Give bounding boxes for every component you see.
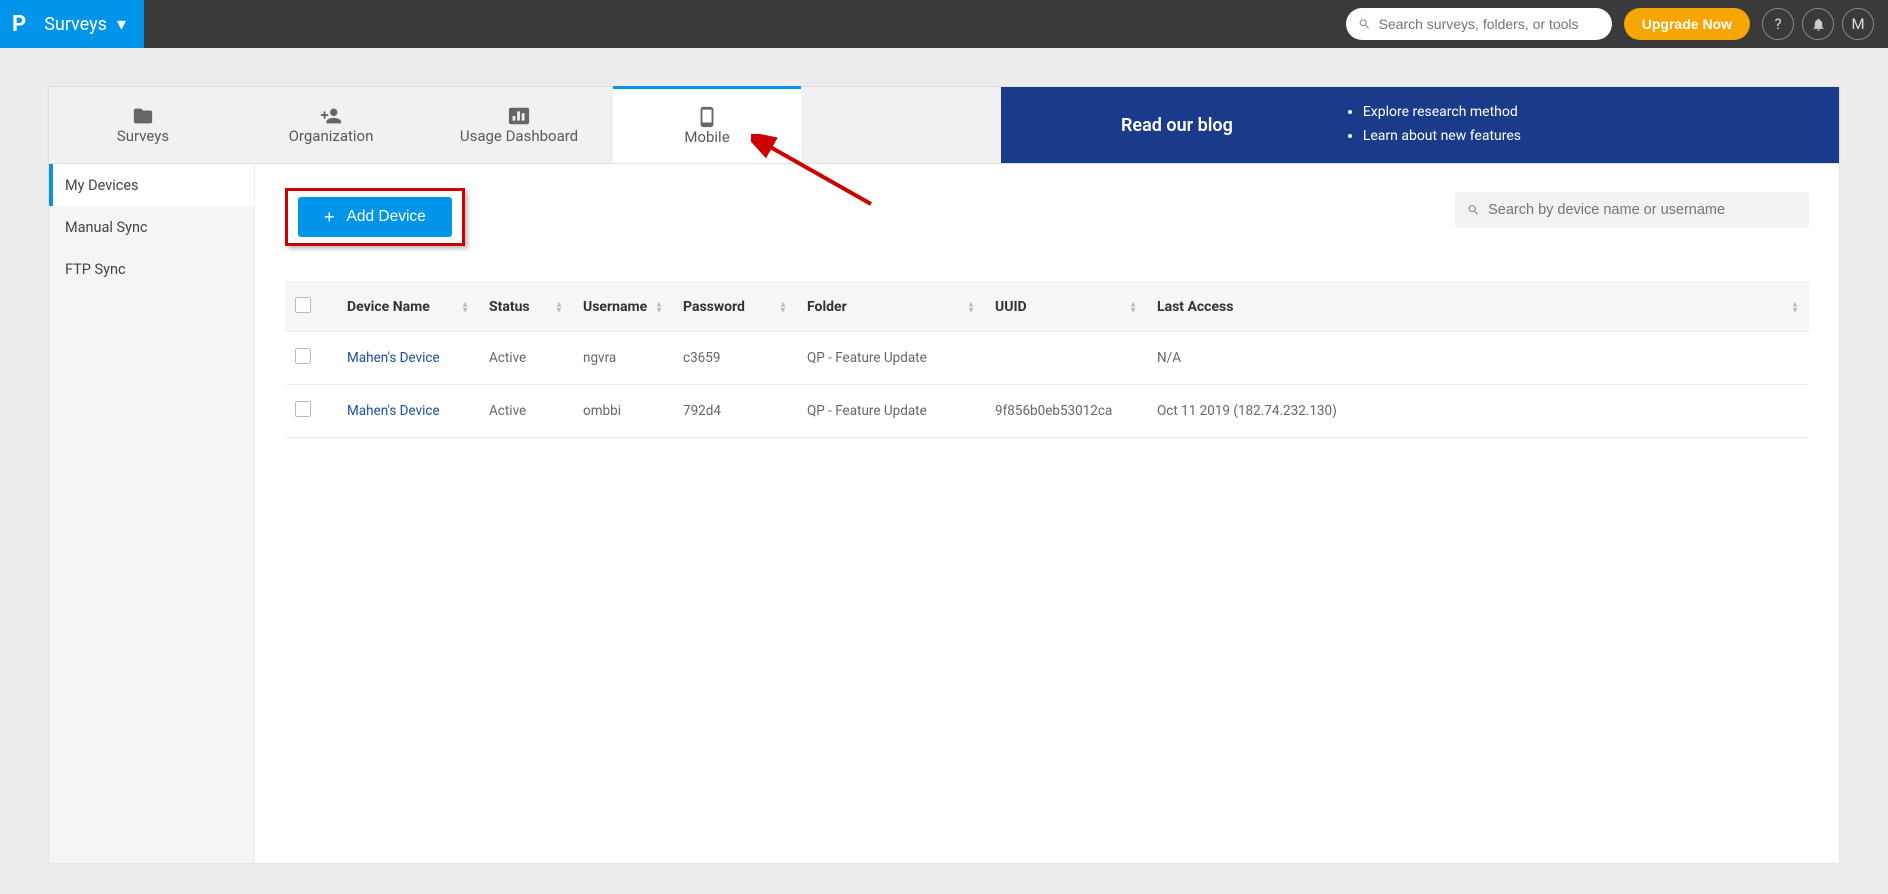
table-row: Mahen's Device Active ombbi 792d4 QP - F… — [285, 385, 1809, 438]
cell-last-access: N/A — [1147, 332, 1809, 385]
help-button[interactable]: ? — [1762, 8, 1794, 40]
col-password[interactable]: Password▲▼ — [673, 283, 797, 332]
chevron-down-icon: ▾ — [117, 14, 126, 35]
dashboard-icon — [508, 105, 530, 127]
cell-status: Active — [479, 332, 573, 385]
cell-password: c3659 — [673, 332, 797, 385]
tab-label: Mobile — [684, 128, 729, 146]
sort-icon: ▲▼ — [1791, 301, 1799, 312]
tab-label: Surveys — [117, 127, 169, 145]
cell-username: ngvra — [573, 332, 673, 385]
blog-panel[interactable]: Read our blog Explore research method Le… — [1001, 87, 1839, 163]
sort-icon: ▲▼ — [1129, 301, 1137, 312]
main-panel: + Add Device Device Name▲▼ Status▲▼ User… — [255, 164, 1839, 863]
col-folder[interactable]: Folder▲▼ — [797, 283, 985, 332]
blog-link-research[interactable]: Explore research method — [1363, 101, 1521, 125]
bell-icon — [1811, 17, 1826, 32]
device-search[interactable] — [1455, 192, 1809, 228]
product-switcher[interactable]: P Surveys ▾ — [0, 0, 144, 48]
tab-label: Usage Dashboard — [460, 127, 578, 145]
plus-icon: + — [324, 207, 335, 228]
blog-title: Read our blog — [1121, 115, 1233, 136]
tab-usage-dashboard[interactable]: Usage Dashboard — [425, 87, 613, 163]
cell-folder: QP - Feature Update — [797, 385, 985, 438]
cell-folder: QP - Feature Update — [797, 332, 985, 385]
add-device-highlight: + Add Device — [285, 188, 465, 246]
row-checkbox[interactable] — [295, 401, 311, 417]
product-label: Surveys — [44, 14, 107, 35]
devices-table: Device Name▲▼ Status▲▼ Username▲▼ Passwo… — [285, 282, 1809, 438]
sidebar-item-manual-sync[interactable]: Manual Sync — [49, 206, 254, 248]
blog-link-features[interactable]: Learn about new features — [1363, 125, 1521, 149]
sort-icon: ▲▼ — [967, 301, 975, 312]
col-uuid[interactable]: UUID▲▼ — [985, 283, 1147, 332]
col-username[interactable]: Username▲▼ — [573, 283, 673, 332]
blog-links: Explore research method Learn about new … — [1363, 101, 1521, 149]
device-search-input[interactable] — [1488, 202, 1797, 218]
cell-uuid — [985, 332, 1147, 385]
sort-icon: ▲▼ — [655, 301, 663, 312]
tab-surveys[interactable]: Surveys — [49, 87, 237, 163]
sidebar-item-my-devices[interactable]: My Devices — [49, 164, 254, 206]
topbar: P Surveys ▾ Upgrade Now ? M — [0, 0, 1888, 48]
cell-password: 792d4 — [673, 385, 797, 438]
avatar-letter: M — [1851, 15, 1864, 33]
col-status[interactable]: Status▲▼ — [479, 283, 573, 332]
col-device-name[interactable]: Device Name▲▼ — [337, 283, 479, 332]
cell-device-name[interactable]: Mahen's Device — [337, 332, 479, 385]
sort-icon: ▲▼ — [779, 301, 787, 312]
row-checkbox[interactable] — [295, 348, 311, 364]
cell-last-access: Oct 11 2019 (182.74.232.130) — [1147, 385, 1809, 438]
sidebar-item-ftp-sync[interactable]: FTP Sync — [49, 248, 254, 290]
folder-icon — [132, 105, 154, 127]
section-tabs: Surveys Organization Usage Dashboard Mob… — [48, 86, 1840, 164]
notifications-button[interactable] — [1802, 8, 1834, 40]
avatar-button[interactable]: M — [1842, 8, 1874, 40]
add-device-label: Add Device — [347, 208, 426, 226]
mobile-icon — [696, 106, 718, 128]
cell-device-name[interactable]: Mahen's Device — [337, 385, 479, 438]
cell-username: ombbi — [573, 385, 673, 438]
sort-icon: ▲▼ — [461, 301, 469, 312]
search-icon — [1467, 203, 1480, 217]
global-search[interactable] — [1346, 8, 1612, 40]
tab-label: Organization — [289, 127, 374, 145]
table-row: Mahen's Device Active ngvra c3659 QP - F… — [285, 332, 1809, 385]
help-icon: ? — [1774, 15, 1781, 33]
people-icon — [320, 105, 342, 127]
cell-uuid: 9f856b0eb53012ca — [985, 385, 1147, 438]
upgrade-button[interactable]: Upgrade Now — [1624, 8, 1750, 40]
sidebar: My Devices Manual Sync FTP Sync — [49, 164, 255, 863]
select-all-checkbox[interactable] — [295, 297, 311, 313]
search-icon — [1358, 17, 1371, 31]
logo-p-icon: P — [12, 12, 26, 37]
global-search-input[interactable] — [1379, 16, 1600, 32]
sort-icon: ▲▼ — [555, 301, 563, 312]
tab-mobile[interactable]: Mobile — [613, 86, 801, 163]
tab-organization[interactable]: Organization — [237, 87, 425, 163]
cell-status: Active — [479, 385, 573, 438]
content: My Devices Manual Sync FTP Sync + Add De… — [48, 164, 1840, 864]
col-last-access[interactable]: Last Access▲▼ — [1147, 283, 1809, 332]
action-row: + Add Device — [285, 164, 1809, 270]
add-device-button[interactable]: + Add Device — [298, 197, 452, 237]
table-header-row: Device Name▲▼ Status▲▼ Username▲▼ Passwo… — [285, 283, 1809, 332]
